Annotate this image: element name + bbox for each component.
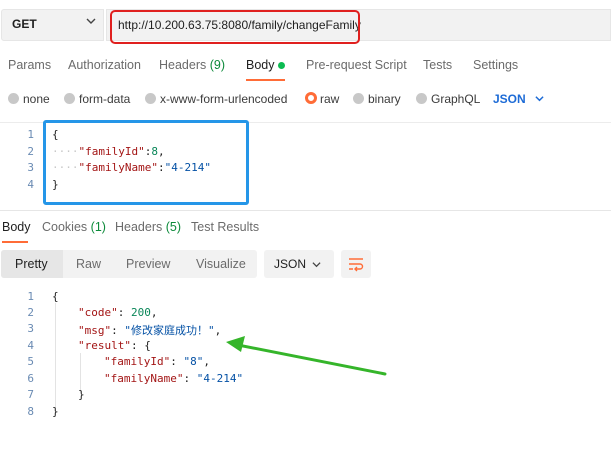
response-code-line-3[interactable]: "msg": "修改家庭成功！", — [78, 322, 221, 338]
radio-urlencoded[interactable] — [145, 93, 156, 104]
tab-headers[interactable]: Headers (9) — [159, 58, 225, 72]
tab-body-underline — [246, 79, 285, 81]
radio-raw-label: raw — [320, 92, 340, 106]
line-number: 2 — [27, 145, 34, 158]
line-number: 5 — [27, 355, 34, 368]
pane-divider[interactable] — [0, 210, 611, 211]
view-raw[interactable]: Raw — [76, 257, 101, 271]
radio-none-label: none — [23, 92, 50, 106]
line-number: 2 — [27, 306, 34, 319]
url-annotation-box — [110, 10, 360, 44]
tab-cookies[interactable]: Cookies (1) — [42, 220, 106, 234]
view-visualize[interactable]: Visualize — [196, 257, 246, 271]
line-number: 1 — [27, 290, 34, 303]
response-code-line-7[interactable]: } — [78, 388, 85, 401]
chevron-down-icon[interactable] — [535, 94, 544, 103]
radio-urlencoded-label: x-www-form-urlencoded — [160, 92, 288, 106]
response-code-line-5[interactable]: "familyId": "8", — [104, 355, 210, 368]
chevron-down-icon[interactable] — [312, 260, 321, 269]
method-label: GET — [12, 17, 37, 31]
tab-authorization[interactable]: Authorization — [68, 58, 141, 72]
response-code-line-2[interactable]: "code": 200, — [78, 306, 158, 319]
view-preview[interactable]: Preview — [126, 257, 170, 271]
line-number: 1 — [27, 128, 34, 141]
line-number: 7 — [27, 388, 34, 401]
radio-none[interactable] — [8, 93, 19, 104]
tab-pre-request-script[interactable]: Pre-request Script — [306, 58, 407, 72]
radio-form-data[interactable] — [64, 93, 75, 104]
wrap-lines-icon — [349, 258, 364, 272]
tab-tests[interactable]: Tests — [423, 58, 452, 72]
response-code-line-1[interactable]: { — [52, 290, 59, 303]
line-number: 8 — [27, 405, 34, 418]
radio-raw[interactable] — [305, 92, 317, 104]
response-format-label: JSON — [274, 257, 307, 271]
tab-test-results[interactable]: Test Results — [191, 220, 259, 234]
tab-settings[interactable]: Settings — [473, 58, 518, 72]
view-pretty[interactable]: Pretty — [15, 257, 48, 271]
request-body-annotation-box — [43, 120, 249, 205]
response-code-line-8[interactable]: } — [52, 405, 59, 418]
response-code-line-4[interactable]: "result": { — [78, 339, 151, 352]
tab-response-body-underline — [2, 241, 28, 243]
tab-response-body[interactable]: Body — [2, 220, 31, 234]
line-number: 4 — [27, 178, 34, 191]
radio-graphql-label: GraphQL — [431, 92, 481, 106]
line-number: 4 — [27, 339, 34, 352]
response-code-line-6[interactable]: "familyName": "4-214" — [104, 372, 243, 385]
radio-graphql[interactable] — [416, 93, 427, 104]
tab-response-headers[interactable]: Headers (5) — [115, 220, 181, 234]
body-format-select[interactable]: JSON — [493, 92, 526, 106]
body-modified-dot — [278, 62, 285, 69]
radio-binary-label: binary — [368, 92, 401, 106]
indent-guide — [80, 353, 81, 393]
chevron-down-icon[interactable] — [86, 16, 96, 26]
tab-params[interactable]: Params — [8, 58, 51, 72]
radio-binary[interactable] — [353, 93, 364, 104]
line-number: 3 — [27, 322, 34, 335]
line-number: 6 — [27, 372, 34, 385]
line-number: 3 — [27, 161, 34, 174]
indent-guide — [55, 303, 56, 415]
radio-form-data-label: form-data — [79, 92, 131, 106]
tab-body[interactable]: Body — [246, 58, 275, 72]
